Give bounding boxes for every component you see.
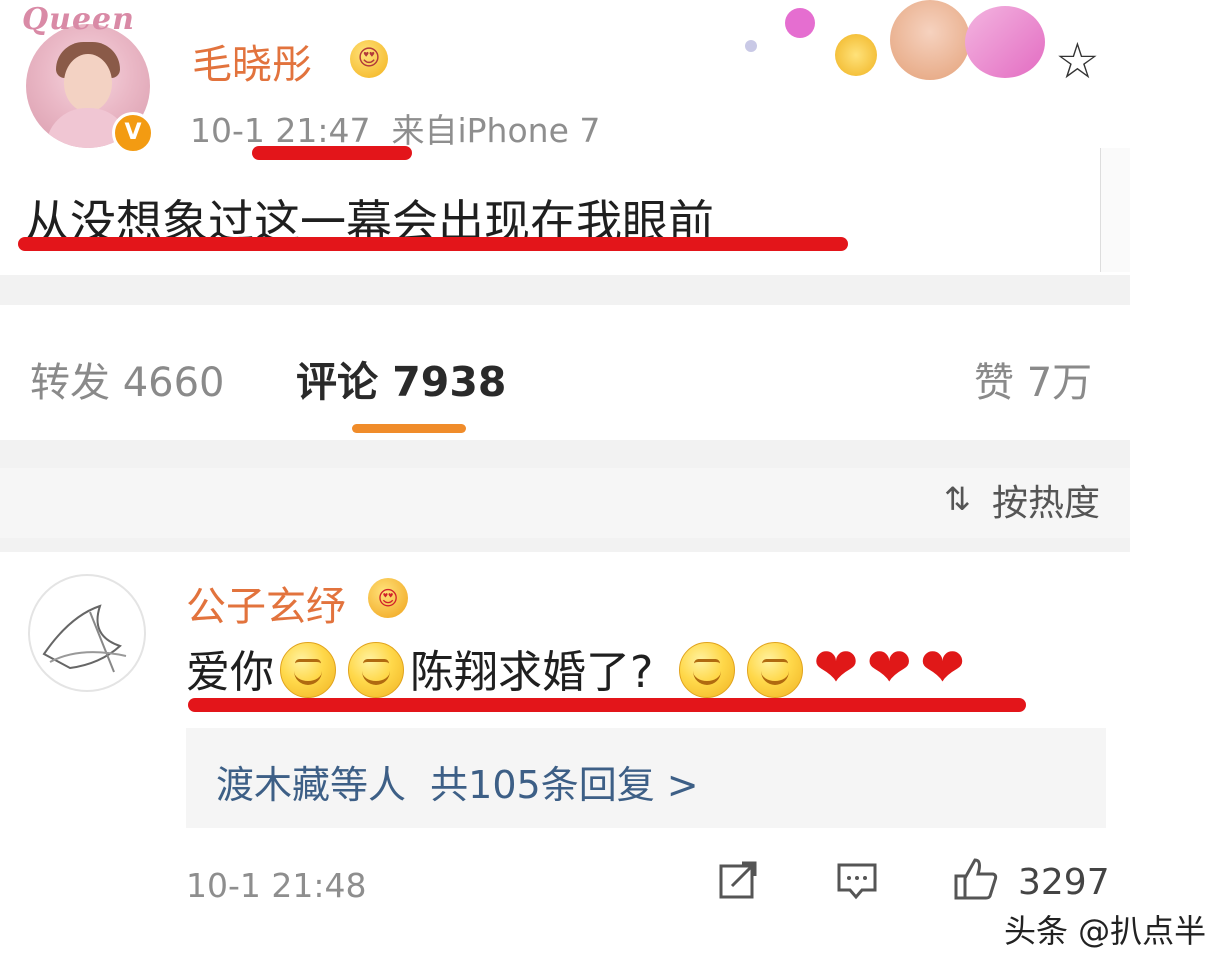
post-text-highlight-underline — [18, 237, 848, 251]
watermark: 头条 @扒点半 — [1004, 912, 1207, 950]
sort-hot-button[interactable]: 按热度 — [992, 474, 1100, 526]
decorative-stickers — [735, 0, 1050, 80]
comment-text-part2: 陈翔求婚了? — [410, 647, 654, 698]
post-time: 10-1 21:47 — [190, 111, 371, 150]
section-divider — [0, 538, 1130, 552]
like-count: 3297 — [1018, 862, 1110, 903]
right-margin — [1130, 0, 1230, 968]
tab-comments[interactable]: 评论 7938 — [296, 348, 506, 408]
post-meta: 10-1 21:47 来自iPhone 7 — [190, 104, 600, 152]
post-source: 来自iPhone 7 — [391, 111, 601, 150]
comment-text-part1: 爱你 — [186, 647, 274, 698]
comment-time: 10-1 21:48 — [186, 866, 367, 905]
tab-repost[interactable]: 转发 4660 — [30, 350, 225, 408]
time-highlight-underline — [252, 146, 412, 160]
post-username[interactable]: 毛晓彤 — [192, 32, 312, 90]
share-icon[interactable] — [718, 860, 758, 900]
tab-likes[interactable]: 赞 7万 — [974, 350, 1092, 408]
sort-icon[interactable]: ⇅ — [944, 480, 971, 518]
smile-emoji-icon — [747, 642, 804, 698]
verified-badge: V — [112, 112, 154, 154]
smile-emoji-icon — [348, 642, 404, 698]
commenter-avatar[interactable] — [28, 574, 146, 692]
heart-emoji-icon: ❤ — [866, 636, 912, 699]
heart-emoji-icon: ❤ — [919, 636, 966, 699]
section-divider — [0, 275, 1130, 305]
comment-highlight-underline — [188, 698, 1026, 712]
comment-text: 爱你 陈翔求婚了? ❤ ❤ ❤ — [186, 638, 969, 698]
smile-emoji-icon — [679, 642, 736, 698]
avatar-logo-text: Queen — [22, 2, 135, 37]
reply-comment-icon[interactable] — [836, 862, 878, 900]
thumbs-up-icon[interactable] — [953, 856, 999, 902]
commenter-emoji-icon: 😍 — [368, 578, 408, 618]
heart-emoji-icon: ❤ — [813, 636, 859, 699]
section-divider — [0, 440, 1130, 468]
user-emoji-icon: 😍 — [350, 40, 388, 78]
active-tab-indicator — [352, 424, 466, 433]
favorite-star-icon[interactable]: ☆ — [1055, 36, 1100, 86]
view-replies-link[interactable]: 渡木藏等人 共105条回复 > — [216, 754, 699, 809]
smile-emoji-icon — [280, 642, 336, 698]
commenter-name[interactable]: 公子玄纾 — [186, 574, 346, 632]
